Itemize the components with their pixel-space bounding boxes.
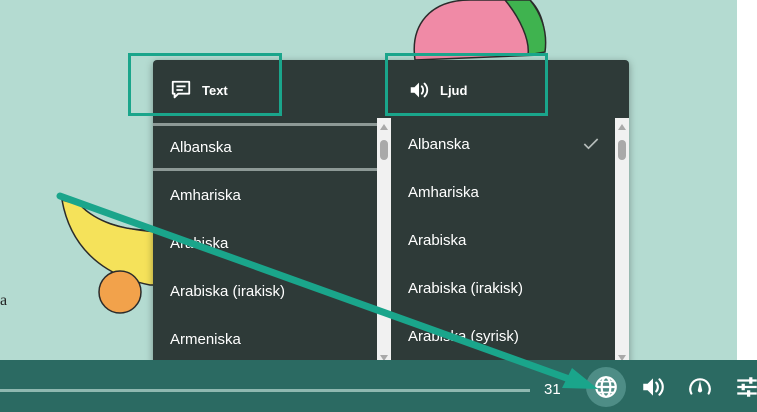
audio-tab-highlight bbox=[385, 53, 548, 116]
audio-list-scrollbar[interactable] bbox=[615, 118, 629, 367]
audio-button[interactable] bbox=[633, 367, 673, 407]
audio-language-list: Albanska Amhariska Arabiska Arabiska (ir… bbox=[391, 120, 615, 367]
settings-sliders-icon bbox=[737, 377, 757, 397]
speed-button[interactable] bbox=[680, 367, 720, 407]
scroll-up-arrow-icon[interactable] bbox=[618, 124, 626, 130]
speaker-icon bbox=[643, 378, 664, 396]
text-list-scrollbar[interactable] bbox=[377, 118, 391, 367]
scroll-thumb[interactable] bbox=[618, 140, 626, 160]
text-language-item[interactable]: Arabiska bbox=[153, 219, 377, 267]
settings-button[interactable] bbox=[727, 367, 757, 407]
text-language-item[interactable]: Amhariska bbox=[153, 171, 377, 219]
text-language-item[interactable]: Arabiska (irakisk) bbox=[153, 267, 377, 315]
scroll-thumb[interactable] bbox=[380, 140, 388, 160]
audio-language-item[interactable]: Albanska bbox=[391, 120, 615, 168]
page-number: 31 bbox=[544, 381, 561, 398]
speed-gauge-icon bbox=[689, 378, 711, 395]
globe-icon bbox=[595, 376, 617, 398]
language-button[interactable] bbox=[586, 367, 626, 407]
text-language-list: Albanska Amhariska Arabiska Arabiska (ir… bbox=[153, 120, 377, 367]
audio-language-item[interactable]: Arabiska bbox=[391, 216, 615, 264]
text-language-item[interactable]: Albanska bbox=[153, 123, 377, 171]
audio-language-item[interactable]: Amhariska bbox=[391, 168, 615, 216]
page-edge bbox=[737, 0, 757, 360]
checkmark-icon bbox=[583, 138, 599, 150]
text-tab-highlight bbox=[128, 53, 282, 116]
text-language-item[interactable]: Armeniska bbox=[153, 315, 377, 363]
page-progress-track[interactable] bbox=[0, 389, 530, 392]
scroll-up-arrow-icon[interactable] bbox=[380, 124, 388, 130]
page-text-fragment: a bbox=[0, 292, 8, 309]
audio-language-item[interactable]: Arabiska (irakisk) bbox=[391, 264, 615, 312]
audio-language-item[interactable]: Arabiska (syrisk) bbox=[391, 312, 615, 360]
